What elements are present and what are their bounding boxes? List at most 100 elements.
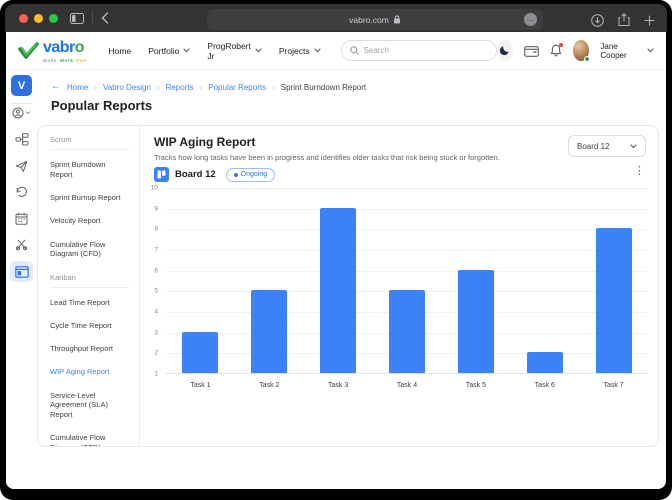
kanban-board-icon bbox=[154, 167, 169, 182]
user-menu-chevron-icon[interactable] bbox=[647, 48, 654, 53]
x-tick-label: Task 6 bbox=[510, 382, 579, 389]
sidebar-workflow-icon[interactable] bbox=[6, 133, 37, 146]
nav-item-label: Portfolio bbox=[148, 46, 179, 56]
lock-icon bbox=[393, 15, 401, 24]
board-select[interactable]: Board 12 bbox=[568, 135, 646, 157]
tagline-word: Made bbox=[43, 58, 57, 63]
x-tick-label: Task 3 bbox=[304, 382, 373, 389]
nav-item-home[interactable]: Home bbox=[109, 46, 132, 56]
nav-item-projects[interactable]: Projects bbox=[279, 46, 321, 56]
x-tick-label: Task 7 bbox=[579, 382, 648, 389]
sidebar-toggle-icon[interactable] bbox=[70, 13, 84, 24]
breadcrumb-link-home[interactable]: Home bbox=[67, 83, 88, 92]
report-link-cumulative-flow-diagram-cfd[interactable]: Cumulative Flow Diagram (CFD) bbox=[50, 240, 129, 260]
workspace-logo-button[interactable]: V bbox=[11, 75, 32, 96]
window-controls[interactable] bbox=[19, 14, 58, 23]
bar-task-5[interactable] bbox=[458, 270, 494, 373]
sidebar-divider bbox=[10, 103, 33, 104]
notifications-bell-icon[interactable] bbox=[550, 44, 562, 57]
board-select-value: Board 12 bbox=[577, 142, 609, 151]
bar-task-7[interactable] bbox=[596, 228, 632, 373]
back-button[interactable] bbox=[101, 12, 109, 24]
logo-check-icon bbox=[18, 42, 40, 60]
y-tick-label: 10 bbox=[146, 185, 158, 192]
sidebar-send-icon[interactable] bbox=[6, 160, 37, 173]
bar-task-1[interactable] bbox=[182, 332, 218, 373]
breadcrumb-link-popular-reports[interactable]: Popular Reports bbox=[208, 83, 266, 92]
report-main-panel: WIP Aging Report Tracks how long tasks h… bbox=[140, 126, 658, 446]
top-navbar: vabro MadeWorkFun Home Portfolio ProgRober… bbox=[6, 32, 666, 70]
status-badge: Ongoing bbox=[226, 168, 275, 182]
report-link-service-level-agreement-sla-report[interactable]: Service-Level Agreement (SLA) Report bbox=[50, 391, 129, 420]
report-link-lead-time-report[interactable]: Lead Time Report bbox=[50, 298, 129, 308]
share-icon[interactable] bbox=[618, 13, 630, 27]
board-header-row: Board 12 Ongoing bbox=[154, 167, 275, 182]
report-list-panel: Scrum Sprint Burndown Report Sprint Burnup… bbox=[38, 126, 140, 446]
x-tick-label: Task 1 bbox=[166, 382, 235, 389]
y-tick-label: 8 bbox=[146, 226, 158, 233]
report-link-throughput-report[interactable]: Throughput Report bbox=[50, 344, 129, 354]
y-tick-label: 7 bbox=[146, 247, 158, 254]
search-icon bbox=[350, 46, 359, 55]
vabro-logo[interactable]: vabro MadeWorkFun bbox=[18, 39, 87, 63]
chart-x-axis: Task 1Task 2Task 3Task 4Task 5Task 6Task… bbox=[166, 382, 648, 389]
chart-plot bbox=[166, 188, 648, 374]
select-chevron-icon bbox=[630, 144, 637, 149]
breadcrumb-separator: › bbox=[94, 83, 97, 92]
search-input[interactable] bbox=[364, 46, 488, 55]
page-title: Popular Reports bbox=[51, 98, 152, 113]
bar-task-2[interactable] bbox=[251, 290, 287, 373]
breadcrumb-link-reports[interactable]: Reports bbox=[166, 83, 194, 92]
x-tick-label: Task 5 bbox=[441, 382, 510, 389]
sidebar-history-icon[interactable] bbox=[6, 186, 37, 198]
report-link-cumulative-flow-diagram-cfd[interactable]: Cumulative Flow Diagram (CFD) bbox=[50, 433, 129, 446]
bar-task-6[interactable] bbox=[527, 352, 563, 373]
logo-text: vabro bbox=[43, 39, 84, 56]
nav-item-progrobert-jr[interactable]: ProgRobert Jr bbox=[207, 41, 261, 61]
breadcrumb-current-sprint-burndown-report: Sprint Burndown Report bbox=[281, 83, 366, 92]
bar-task-3[interactable] bbox=[320, 208, 356, 373]
gridline bbox=[166, 250, 648, 251]
gridline bbox=[166, 209, 648, 210]
sidebar-tools-icon[interactable] bbox=[6, 238, 37, 251]
list-section-scrum: Scrum bbox=[50, 135, 129, 150]
breadcrumb-back-icon[interactable]: ← bbox=[51, 82, 61, 92]
minimize-window-button[interactable] bbox=[34, 14, 43, 23]
sidebar-calendar-icon[interactable] bbox=[6, 212, 37, 225]
new-tab-icon[interactable] bbox=[644, 15, 655, 26]
browser-window: vabro.com … bbox=[0, 0, 672, 500]
sidebar-account-icon[interactable] bbox=[6, 107, 37, 119]
page-content: vabro MadeWorkFun Home Portfolio ProgRober… bbox=[6, 32, 666, 489]
status-label: Ongoing bbox=[241, 171, 267, 178]
close-window-button[interactable] bbox=[19, 14, 28, 23]
report-link-sprint-burndown-report[interactable]: Sprint Burndown Report bbox=[50, 160, 129, 180]
search-bar[interactable] bbox=[341, 40, 497, 61]
breadcrumb-link-vabro-design[interactable]: Vabro Design bbox=[103, 83, 151, 92]
sidebar-reports-item[interactable] bbox=[10, 261, 33, 282]
zoom-window-button[interactable] bbox=[49, 14, 58, 23]
logo-tagline: MadeWorkFun bbox=[43, 58, 87, 63]
nav-item-portfolio[interactable]: Portfolio bbox=[148, 46, 190, 56]
y-tick-label: 5 bbox=[146, 288, 158, 295]
report-link-sprint-burnup-report[interactable]: Sprint Burnup Report bbox=[50, 193, 129, 203]
bar-task-4[interactable] bbox=[389, 290, 425, 373]
status-dot bbox=[234, 173, 238, 177]
browser-chrome: vabro.com … bbox=[0, 0, 672, 32]
page-options-icon[interactable]: … bbox=[524, 13, 537, 26]
board-name: Board 12 bbox=[175, 169, 216, 180]
wallet-icon[interactable] bbox=[524, 45, 539, 57]
report-link-velocity-report[interactable]: Velocity Report bbox=[50, 216, 129, 226]
report-link-wip-aging-report[interactable]: WIP Aging Report bbox=[50, 367, 129, 377]
nav-menu: Home Portfolio ProgRobert Jr Projects bbox=[109, 41, 321, 61]
downloads-icon[interactable] bbox=[591, 14, 604, 27]
reports-card: Scrum Sprint Burndown Report Sprint Burnup… bbox=[37, 125, 659, 447]
report-link-cycle-time-report[interactable]: Cycle Time Report bbox=[50, 321, 129, 331]
chevron-down-icon bbox=[314, 48, 321, 53]
notification-badge bbox=[559, 43, 563, 47]
dark-mode-toggle[interactable] bbox=[497, 40, 513, 61]
breadcrumb-separator: › bbox=[157, 83, 160, 92]
avatar[interactable] bbox=[573, 40, 589, 61]
address-bar[interactable]: vabro.com … bbox=[207, 9, 543, 30]
more-options-icon[interactable]: ⋮ bbox=[634, 166, 645, 177]
chevron-down-icon bbox=[183, 48, 190, 53]
